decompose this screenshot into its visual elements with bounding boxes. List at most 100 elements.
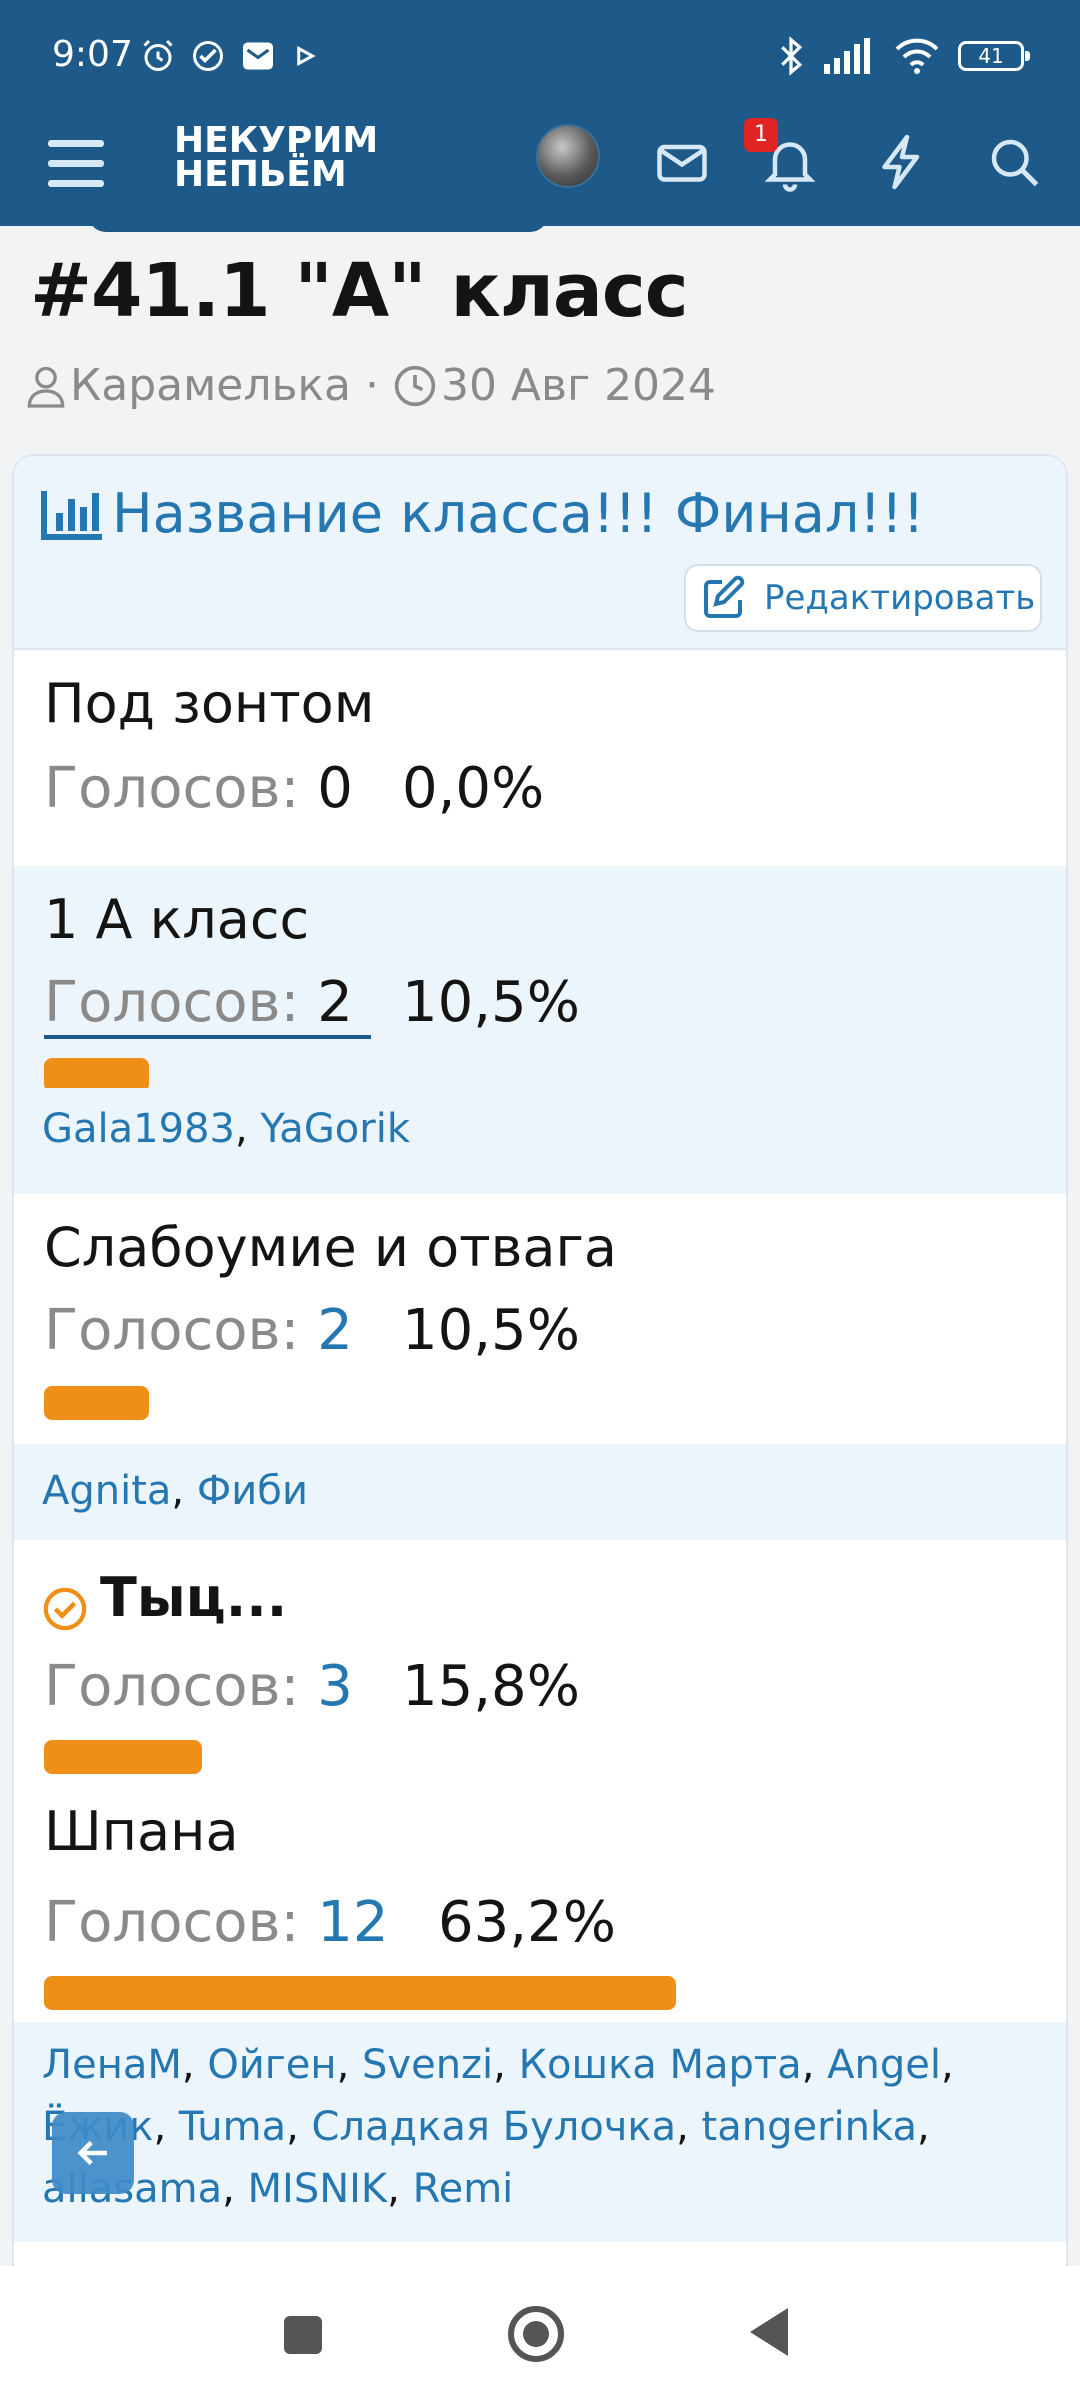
battery-icon: 41 <box>958 41 1030 71</box>
option-progress-bar <box>44 1740 202 1774</box>
option-percent: 15,8% <box>402 1654 580 1719</box>
option-name: Тыц... <box>100 1566 288 1629</box>
votes-count: 0 <box>317 756 353 821</box>
voters-list: Gala1983, YaGorik <box>14 1088 1066 1194</box>
option-votes: Голосов: 0 <box>44 756 353 821</box>
bar-chart-icon <box>41 490 102 540</box>
voter-link[interactable]: Кошка Марта <box>519 2042 802 2088</box>
alarm-icon <box>143 39 173 71</box>
lightning-icon[interactable] <box>872 132 932 192</box>
recent-apps-button[interactable] <box>284 2316 322 2354</box>
option-votes: Голосов: 2 <box>44 1298 353 1363</box>
voter-separator: , <box>171 1468 197 1514</box>
voters-list: ЛенаМ, Ойген, Svenzi, Кошка Марта, Angel… <box>14 2022 1066 2242</box>
edit-icon <box>704 575 745 618</box>
status-bar: 9:07 41 <box>0 0 1080 110</box>
thread-meta: Карамелька · 30 Авг 2024 <box>26 360 716 411</box>
user-icon <box>27 366 65 408</box>
voter-separator: , <box>153 2104 179 2150</box>
voter-link[interactable]: Angel <box>827 2042 941 2088</box>
option-name: Шпана <box>44 1800 239 1863</box>
voter-link[interactable]: tangerinka <box>702 2104 917 2150</box>
poll-option: Под зонтом Голосов: 0 0,0% <box>14 650 1066 866</box>
voter-link[interactable]: MISNIK <box>248 2166 388 2212</box>
voter-separator: , <box>493 2042 519 2088</box>
bluetooth-icon <box>781 36 803 76</box>
voter-separator: , <box>222 2166 248 2212</box>
clock-icon <box>394 365 436 406</box>
option-name: Слабоумие и отвага <box>44 1216 617 1279</box>
signal-icon <box>824 38 870 74</box>
poll-option: 1 А класс Голосов: 2 10,5% <box>14 866 1066 1092</box>
system-navigation-bar <box>0 2266 1080 2400</box>
play-icon <box>297 45 316 67</box>
poll-card: Название класса!!! Финал!!! Редактироват… <box>12 454 1068 2354</box>
notification-badge: 1 <box>744 118 778 152</box>
back-button[interactable] <box>750 2308 788 2356</box>
voter-link[interactable]: Ойген <box>207 2042 336 2088</box>
voters: Agnita, Фиби <box>42 1460 308 1522</box>
edit-button-label: Редактировать <box>764 578 1036 618</box>
top-navigation: НЕКУРИМ НЕПЬЁМ 1 <box>0 110 1080 226</box>
voter-link[interactable]: Agnita <box>42 1468 171 1514</box>
voter-separator: , <box>181 2042 208 2088</box>
back-arrow-button[interactable] <box>52 2112 134 2194</box>
option-percent: 10,5% <box>402 1298 580 1363</box>
sticky-tab-edge <box>88 212 548 232</box>
poll-option: Шпана Голосов: 12 63,2% <box>14 1780 1066 2014</box>
option-percent: 0,0% <box>402 756 545 821</box>
voter-separator: , <box>387 2166 413 2212</box>
check-circle-icon <box>193 41 223 71</box>
meta-separator: · <box>364 360 379 411</box>
voter-link[interactable]: Сладкая Булочка <box>312 2104 677 2150</box>
option-percent: 10,5% <box>402 970 580 1035</box>
logo-line2: НЕПЬЁМ <box>174 154 347 195</box>
app-header: 9:07 41 НЕКУРИМ НЕПЬЁМ 1 <box>0 0 1080 226</box>
voter-separator: , <box>801 2042 828 2088</box>
option-name: 1 А класс <box>44 888 310 951</box>
status-notification-icons <box>140 38 320 74</box>
voters-list: Agnita, Фиби <box>14 1444 1066 1540</box>
votes-label: Голосов: <box>44 970 300 1035</box>
votes-label: Голосов: <box>44 756 300 821</box>
mail-icon[interactable] <box>652 132 712 192</box>
status-system-icons: 41 <box>776 36 1030 76</box>
logo-line1: НЕКУРИМ <box>174 120 379 161</box>
option-percent: 63,2% <box>438 1890 616 1955</box>
option-name: Под зонтом <box>44 672 375 735</box>
option-votes-link[interactable]: Голосов: 2 <box>44 970 371 1039</box>
votes-count[interactable]: 12 <box>317 1890 388 1955</box>
voter-link[interactable]: Фиби <box>197 1468 308 1514</box>
home-button[interactable] <box>508 2306 564 2362</box>
page-title: #41.1 "А" класс <box>30 248 689 334</box>
votes-label: Голосов: <box>44 1654 300 1719</box>
voter-separator: , <box>676 2104 702 2150</box>
voter-link[interactable]: Svenzi <box>362 2042 493 2088</box>
site-logo[interactable]: НЕКУРИМ НЕПЬЁМ <box>174 120 379 195</box>
edit-button[interactable]: Редактировать <box>684 564 1042 632</box>
votes-count: 2 <box>317 970 353 1035</box>
option-progress-bar <box>44 1976 676 2010</box>
voter-separator: , <box>234 1106 261 1152</box>
voter-link[interactable]: Remi <box>413 2166 514 2212</box>
voter-link[interactable]: YaGorik <box>260 1106 410 1152</box>
search-icon[interactable] <box>984 132 1044 192</box>
option-progress-bar <box>44 1386 149 1420</box>
option-progress-bar <box>44 1058 149 1092</box>
voter-link[interactable]: ЛенаМ <box>42 2042 182 2088</box>
poll-option: Тыц... Голосов: 3 15,8% <box>14 1540 1066 1780</box>
voter-link[interactable]: Gala1983 <box>42 1106 235 1152</box>
votes-count[interactable]: 2 <box>317 1298 353 1363</box>
menu-icon[interactable] <box>44 132 108 196</box>
voter-link[interactable]: Tuma <box>179 2104 286 2150</box>
avatar[interactable] <box>536 124 600 188</box>
thread-date[interactable]: 30 Авг 2024 <box>441 360 716 411</box>
votes-count[interactable]: 3 <box>317 1654 353 1719</box>
option-votes: Голосов: 3 <box>44 1654 353 1719</box>
voter-separator: , <box>916 2104 930 2150</box>
status-time: 9:07 <box>52 34 133 75</box>
thread-author[interactable]: Карамелька <box>70 360 351 411</box>
poll-header: Название класса!!! Финал!!! Редактироват… <box>14 456 1066 650</box>
check-circle-icon <box>43 1587 87 1631</box>
voters: ЛенаМ, Ойген, Svenzi, Кошка Марта, Angel… <box>42 2034 1052 2220</box>
